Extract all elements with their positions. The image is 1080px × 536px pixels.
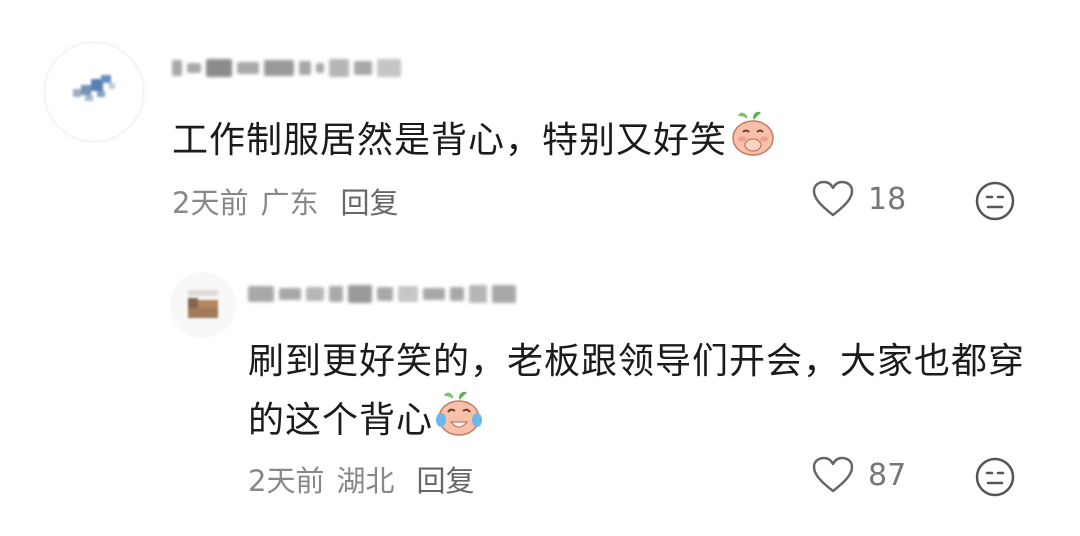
like-count: 87 <box>868 457 907 493</box>
comment-text: 工作制服居然是背心，特别又好笑 <box>172 110 779 169</box>
username-blurred[interactable] <box>172 50 401 86</box>
reply-button[interactable]: 回复 <box>416 458 474 500</box>
like-count: 18 <box>868 181 907 217</box>
react-button[interactable] <box>974 456 1016 498</box>
comment-meta: 2天前 广东 回复 <box>172 180 398 222</box>
comment-location: 广东 <box>260 186 319 220</box>
comment-meta: 2天前 湖北 回复 <box>248 458 474 500</box>
avatar-image <box>188 290 218 318</box>
neutral-face-icon <box>975 181 1015 221</box>
comment-time: 2天前 <box>248 464 325 498</box>
comment-time: 2天前 <box>172 186 249 220</box>
comment-location: 湖北 <box>336 464 395 498</box>
heart-outline-icon <box>812 180 854 217</box>
comment-text-content: 刷到更好笑的，老板跟领导们开会，大家也都穿的这个背心 <box>248 341 1026 441</box>
username-blurred[interactable] <box>248 276 516 312</box>
avatar[interactable] <box>44 42 144 142</box>
heart-outline-icon <box>812 456 854 493</box>
avatar[interactable] <box>170 272 236 338</box>
neutral-face-icon <box>975 457 1015 497</box>
avatar-image <box>73 75 115 101</box>
like-button[interactable]: 87 <box>812 456 906 494</box>
react-button[interactable] <box>974 180 1016 222</box>
tears-of-joy-emoji-icon <box>436 391 483 436</box>
reply-button[interactable]: 回复 <box>340 180 398 222</box>
like-button[interactable]: 18 <box>812 180 906 218</box>
comment-text-content: 工作制服居然是背心，特别又好笑 <box>172 120 728 161</box>
blush-laugh-emoji-icon <box>732 111 774 156</box>
comment-text: 刷到更好笑的，老板跟领导们开会，大家也都穿的这个背心 <box>248 334 1028 449</box>
